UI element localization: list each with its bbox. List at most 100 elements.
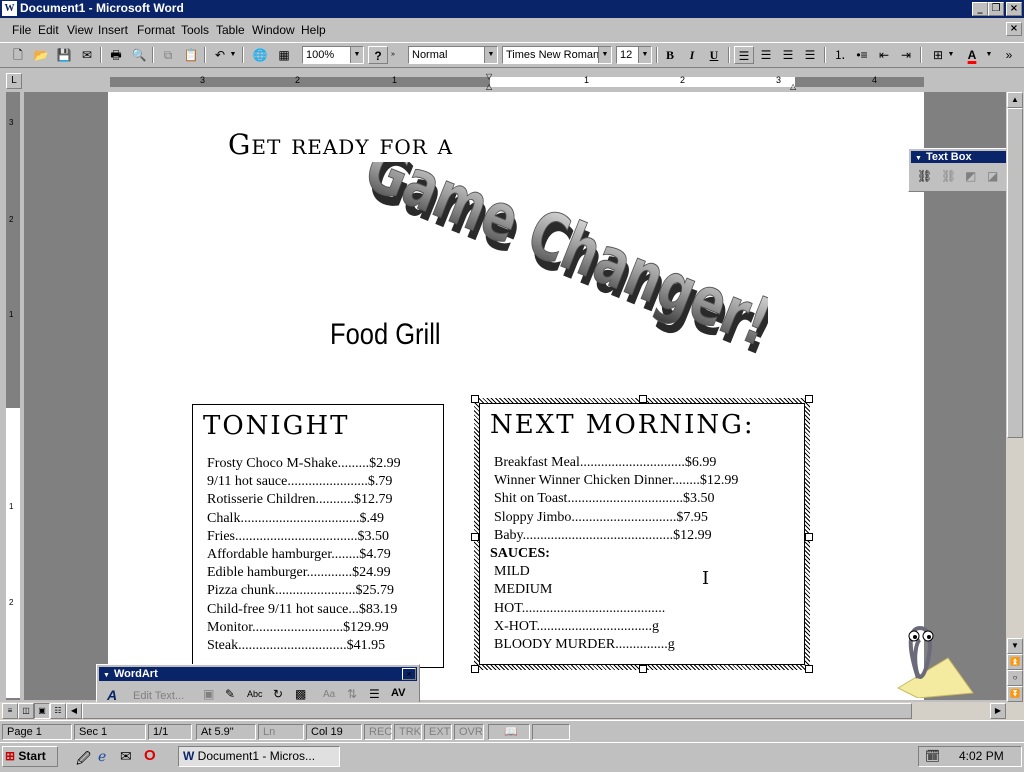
align-left-icon[interactable]: ☰ xyxy=(734,46,754,64)
doc-close-button[interactable]: × xyxy=(1006,22,1022,36)
resize-handle[interactable] xyxy=(471,665,479,673)
vertical-scrollbar[interactable]: ▲ ▼ ⏫ ○ ⏬ xyxy=(1006,92,1024,702)
tab-selector-icon[interactable]: L xyxy=(6,73,22,89)
office-assistant-clippy[interactable] xyxy=(878,608,978,698)
outline-view-icon[interactable]: ☷ xyxy=(50,703,66,719)
menu-window[interactable]: Window xyxy=(252,23,295,37)
spelling-status-icon[interactable]: 📖 xyxy=(488,724,530,740)
taskbar-document-button[interactable]: W Document1 - Micros... xyxy=(178,746,340,767)
status-rec[interactable]: REC xyxy=(364,724,392,740)
paste-icon[interactable]: 📋 xyxy=(181,46,201,64)
alignment-icon[interactable]: ☰ xyxy=(369,687,380,701)
font-size-combo[interactable]: 12 ▼ xyxy=(616,46,652,64)
restore-button[interactable]: ❐ xyxy=(988,2,1004,16)
normal-view-icon[interactable]: ≡ xyxy=(2,703,18,719)
menu-format[interactable]: Format xyxy=(137,23,175,37)
scroll-right-icon[interactable]: ▶ xyxy=(990,703,1006,719)
scroll-thumb[interactable] xyxy=(1007,108,1023,438)
character-spacing-icon[interactable]: AV xyxy=(391,687,405,699)
status-ext[interactable]: EXT xyxy=(424,724,452,740)
wordart-shape-icon[interactable]: Abc xyxy=(247,689,263,699)
hyperlink-icon[interactable]: 🌐 xyxy=(250,46,270,64)
internet-explorer-icon[interactable]: ℯ xyxy=(98,748,106,765)
select-browse-object-icon[interactable]: ○ xyxy=(1007,670,1023,686)
bullets-icon[interactable]: •≡ xyxy=(852,46,872,64)
status-trk[interactable]: TRK xyxy=(394,724,422,740)
borders-icon[interactable]: ⊞ xyxy=(928,46,948,64)
outlook-icon[interactable]: ✉ xyxy=(120,748,132,765)
next-morning-selection-frame[interactable]: NEXT MORNING: Breakfast Meal............… xyxy=(471,395,813,673)
borders-dropdown-icon[interactable]: ▼ xyxy=(946,46,956,64)
same-letter-heights-icon[interactable]: Aa xyxy=(323,689,335,700)
wordart-graphic[interactable]: Game Changer! Game Changer! xyxy=(328,162,768,392)
scroll-down-icon[interactable]: ▼ xyxy=(1007,638,1023,654)
help-icon[interactable]: ? xyxy=(368,46,388,64)
menu-insert[interactable]: Insert xyxy=(98,23,128,37)
undo-icon[interactable]: ↶ xyxy=(210,46,230,64)
resize-handle[interactable] xyxy=(639,665,647,673)
insert-wordart-icon[interactable]: A xyxy=(107,687,117,703)
increase-indent-icon[interactable]: ⇥ xyxy=(896,46,916,64)
resize-handle[interactable] xyxy=(471,395,479,403)
resize-handle[interactable] xyxy=(805,395,813,403)
status-ovr[interactable]: OVR xyxy=(454,724,484,740)
toolbar-menu-icon[interactable]: ▼ xyxy=(915,155,922,162)
minimize-button[interactable]: _ xyxy=(972,2,988,16)
print-icon[interactable]: 🖶 xyxy=(106,46,126,64)
numbering-icon[interactable]: ⒈ xyxy=(830,46,850,64)
font-color-dropdown-icon[interactable]: ▼ xyxy=(984,46,994,64)
close-icon[interactable]: × xyxy=(402,668,416,680)
scroll-up-icon[interactable]: ▲ xyxy=(1007,92,1023,108)
scroll-thumb[interactable] xyxy=(82,703,912,719)
open-folder-icon[interactable]: 📂 xyxy=(31,46,51,64)
bold-button[interactable]: B xyxy=(660,46,680,64)
create-link-icon[interactable]: ⛓ xyxy=(917,169,932,183)
align-center-icon[interactable]: ☰ xyxy=(756,46,776,64)
align-right-icon[interactable]: ☰ xyxy=(778,46,798,64)
font-combo[interactable]: Times New Roman ▼ xyxy=(502,46,612,64)
menu-help[interactable]: Help xyxy=(301,23,326,37)
save-icon[interactable]: 💾 xyxy=(54,46,74,64)
zoom-combo[interactable]: 100% ▼ xyxy=(302,46,364,64)
document-page[interactable]: Get ready for a Game Changer! Game Chang… xyxy=(108,92,974,700)
menu-tools[interactable]: Tools xyxy=(181,23,209,37)
right-indent-marker[interactable]: △ xyxy=(790,82,796,91)
hanging-indent-marker[interactable]: △ xyxy=(486,82,492,91)
resize-handle[interactable] xyxy=(805,665,813,673)
menu-edit[interactable]: Edit xyxy=(38,23,59,37)
first-line-indent-marker[interactable]: ▽ xyxy=(486,72,492,81)
horizontal-scrollbar[interactable]: ≡ ◫ ▣ ☷ ◀ ▶ xyxy=(0,702,1024,720)
undo-dropdown-icon[interactable]: ▼ xyxy=(228,46,238,64)
chevron-down-icon[interactable]: ▼ xyxy=(484,47,497,63)
font-color-icon[interactable]: A xyxy=(962,46,982,64)
copy-icon[interactable]: ⧉ xyxy=(158,46,178,64)
break-link-icon[interactable]: ⛓ xyxy=(941,169,956,183)
opera-icon[interactable]: O xyxy=(144,747,156,764)
vertical-text-icon[interactable]: ⇅ xyxy=(347,687,357,701)
word-app-icon[interactable]: W xyxy=(2,1,17,16)
chevron-down-icon[interactable]: ▼ xyxy=(598,47,611,63)
next-page-icon[interactable]: ⏬ xyxy=(1007,686,1023,702)
web-layout-view-icon[interactable]: ◫ xyxy=(18,703,34,719)
tables-borders-icon[interactable]: ▦ xyxy=(274,46,294,64)
menu-table[interactable]: Table xyxy=(216,23,245,37)
resize-handle[interactable] xyxy=(471,533,479,541)
scroll-left-icon[interactable]: ◀ xyxy=(66,703,82,719)
email-icon[interactable]: ✉ xyxy=(77,46,97,64)
next-morning-textbox[interactable]: NEXT MORNING: Breakfast Meal............… xyxy=(479,403,805,665)
free-rotate-icon[interactable]: ↻ xyxy=(273,687,283,701)
style-combo[interactable]: Normal ▼ xyxy=(408,46,498,64)
text-wrapping-icon[interactable]: ▩ xyxy=(295,687,306,701)
resize-handle[interactable] xyxy=(639,395,647,403)
wordart-gallery-icon[interactable]: ▣ xyxy=(203,687,214,701)
new-document-icon[interactable]: 🗋 xyxy=(8,46,28,64)
wordart-toolbar-titlebar[interactable]: ▼ WordArt xyxy=(99,667,417,681)
more-buttons-icon[interactable]: » xyxy=(1002,46,1016,64)
menu-view[interactable]: View xyxy=(67,23,93,37)
resize-handle[interactable] xyxy=(805,533,813,541)
tray-scheduler-icon[interactable]: 🗓 xyxy=(925,749,940,763)
print-preview-icon[interactable]: 🔍 xyxy=(129,46,149,64)
decrease-indent-icon[interactable]: ⇤ xyxy=(874,46,894,64)
edit-text-button[interactable]: Edit Text... xyxy=(133,690,184,702)
chevron-down-icon[interactable]: ▼ xyxy=(350,47,363,63)
